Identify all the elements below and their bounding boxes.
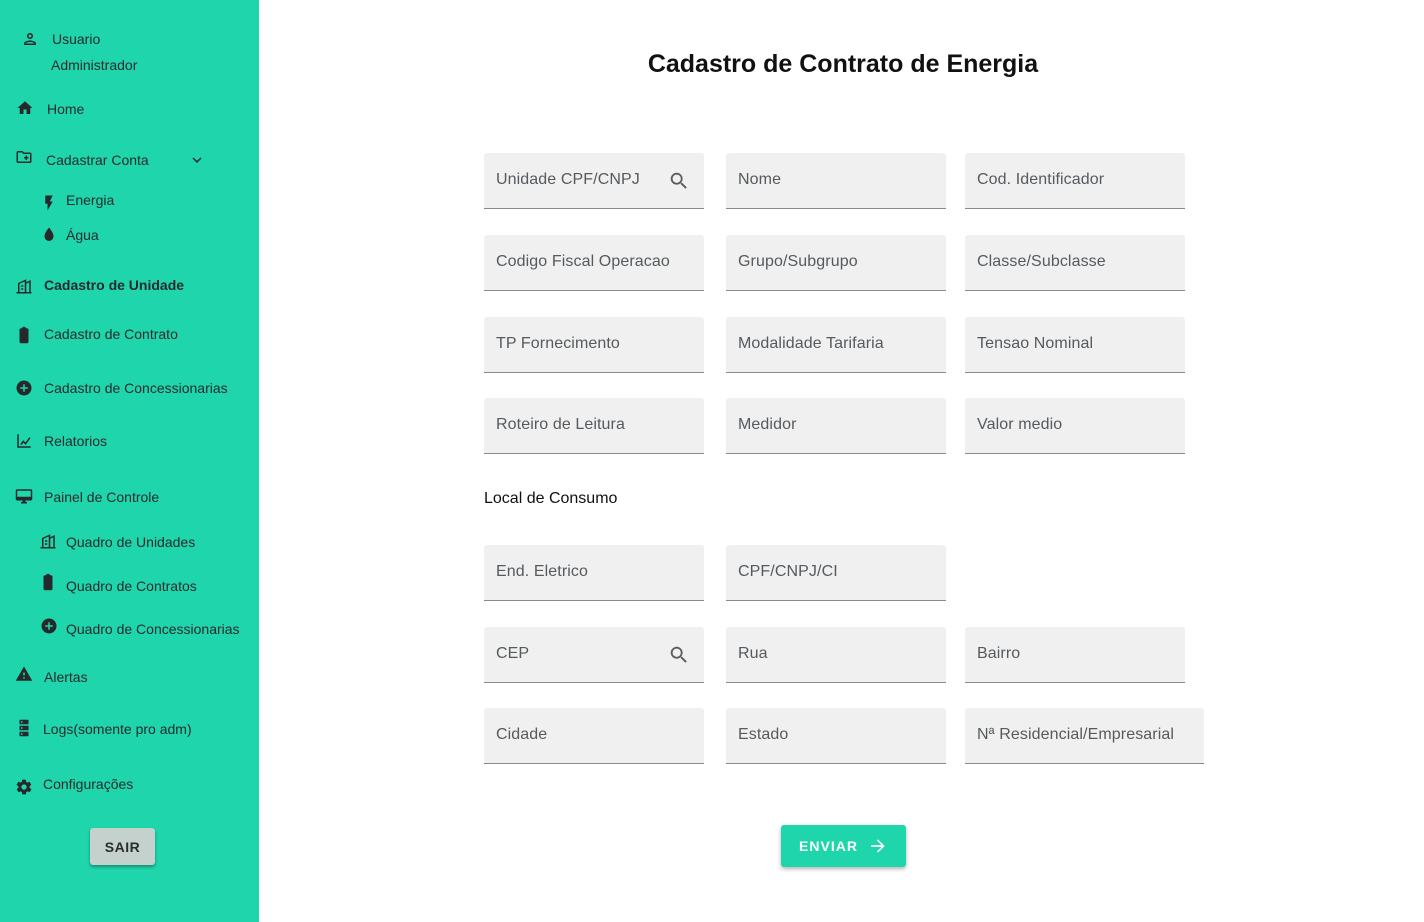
cep-field[interactable]: CEP [484, 627, 704, 683]
field-placeholder: TP Fornecimento [496, 335, 620, 352]
sidebar-item-label: Relatorios [44, 433, 108, 449]
field-placeholder: Codigo Fiscal Operacao [496, 253, 670, 270]
search-icon[interactable] [668, 644, 690, 666]
numero-residencial-field[interactable]: Nª Residencial/Empresarial [965, 708, 1204, 764]
field-placeholder: Valor medio [977, 416, 1063, 433]
sidebar-item-cadastro-contrato[interactable]: Cadastro de Contrato [0, 320, 259, 348]
sidebar-item-home[interactable]: Home [0, 95, 259, 123]
sidebar-item-label: Home [47, 101, 85, 117]
user-name: Usuario [52, 31, 101, 47]
sidebar-item-logs[interactable]: Logs(somente pro adm) [0, 715, 259, 743]
submit-button-label: ENVIAR [799, 838, 858, 854]
submit-button[interactable]: ENVIAR [781, 825, 906, 867]
field-placeholder: Rua [738, 645, 768, 662]
field-placeholder: Cidade [496, 726, 548, 743]
field-placeholder: Nome [738, 171, 782, 188]
monitor-icon [15, 487, 33, 505]
valor-medio-field[interactable]: Valor medio [965, 398, 1185, 454]
sidebar-item-label: Água [66, 227, 99, 243]
bairro-field[interactable]: Bairro [965, 627, 1185, 683]
sidebar-item-relatorios[interactable]: Relatorios [0, 427, 259, 455]
sidebar-item-painel-controle[interactable]: Painel de Controle [0, 483, 259, 511]
cod-identificador-field[interactable]: Cod. Identificador [965, 153, 1185, 209]
rua-field[interactable]: Rua [726, 627, 946, 683]
server-icon [15, 717, 33, 739]
warning-icon [15, 665, 33, 683]
field-placeholder: Classe/Subclasse [977, 253, 1106, 270]
tensao-nominal-field[interactable]: Tensao Nominal [965, 317, 1185, 373]
field-placeholder: Bairro [977, 645, 1021, 662]
add-circle-icon [40, 617, 58, 635]
field-placeholder: End. Eletrico [496, 563, 589, 580]
sidebar-item-energia[interactable]: Energia [0, 186, 259, 214]
sidebar: Usuario Administrador Home Cadastrar Con… [0, 0, 259, 922]
logout-button[interactable]: SAIR [90, 828, 155, 865]
arrow-right-icon [871, 839, 885, 853]
field-placeholder: Nª Residencial/Empresarial [977, 726, 1175, 743]
sidebar-item-cadastro-concessionarias[interactable]: Cadastro de Concessionarias [0, 374, 259, 402]
sidebar-item-quadro-contratos[interactable]: Quadro de Contratos [0, 572, 259, 600]
sidebar-item-quadro-unidades[interactable]: Quadro de Unidades [0, 528, 259, 556]
sidebar-item-label: Energia [66, 192, 115, 208]
search-icon[interactable] [668, 170, 690, 192]
sidebar-item-quadro-concessionarias[interactable]: Quadro de Concessionarias [0, 615, 259, 643]
sidebar-item-label: Alertas [44, 669, 88, 685]
clipboard-icon [39, 573, 57, 591]
sidebar-item-label: Logs(somente pro adm) [43, 721, 192, 737]
chevron-down-icon[interactable] [188, 151, 206, 169]
sidebar-item-label: Cadastro de Contrato [44, 326, 178, 342]
field-placeholder: CPF/CNPJ/CI [738, 563, 838, 580]
building-icon [39, 532, 57, 550]
user-role: Administrador [51, 57, 138, 73]
unidade-cpf-cnpj-field[interactable]: Unidade CPF/CNPJ [484, 153, 704, 209]
building-icon [15, 277, 33, 295]
end-eletrico-field[interactable]: End. Eletrico [484, 545, 704, 601]
field-placeholder: CEP [496, 645, 530, 662]
sidebar-item-configuracoes[interactable]: Configurações [0, 770, 259, 798]
home-icon [16, 99, 34, 117]
medidor-field[interactable]: Medidor [726, 398, 946, 454]
gear-icon [15, 778, 33, 796]
sidebar-item-label: Quadro de Concessionarias [66, 621, 240, 637]
clipboard-icon [15, 326, 33, 344]
cpf-cnpj-ci-field[interactable]: CPF/CNPJ/CI [726, 545, 946, 601]
nome-field[interactable]: Nome [726, 153, 946, 209]
tp-fornecimento-field[interactable]: TP Fornecimento [484, 317, 704, 373]
modalidade-tarifaria-field[interactable]: Modalidade Tarifaria [726, 317, 946, 373]
sidebar-item-agua[interactable]: Água [0, 221, 259, 249]
sidebar-item-label: Cadastro de Unidade [44, 277, 185, 293]
field-placeholder: Unidade CPF/CNPJ [496, 171, 640, 188]
field-placeholder: Modalidade Tarifaria [738, 335, 884, 352]
lightning-icon [40, 194, 58, 212]
sidebar-item-label: Quadro de Contratos [66, 578, 197, 594]
field-placeholder: Roteiro de Leitura [496, 416, 625, 433]
sidebar-item-label: Cadastrar Conta [46, 152, 149, 168]
person-icon [21, 30, 39, 48]
field-placeholder: Estado [738, 726, 789, 743]
estado-field[interactable]: Estado [726, 708, 946, 764]
water-drop-icon [40, 226, 58, 244]
folder-add-icon [15, 148, 33, 166]
sidebar-item-label: Configurações [43, 776, 134, 792]
chart-line-icon [15, 432, 33, 450]
field-placeholder: Medidor [738, 416, 797, 433]
sidebar-item-label: Painel de Controle [44, 489, 160, 505]
sidebar-item-label: Cadastro de Concessionarias [44, 380, 228, 396]
add-circle-icon [15, 379, 33, 397]
sidebar-item-alertas[interactable]: Alertas [0, 663, 259, 691]
classe-subclasse-field[interactable]: Classe/Subclasse [965, 235, 1185, 291]
roteiro-leitura-field[interactable]: Roteiro de Leitura [484, 398, 704, 454]
sidebar-item-cadastro-unidade[interactable]: Cadastro de Unidade [0, 271, 259, 299]
sidebar-item-cadastrar-conta[interactable]: Cadastrar Conta [0, 146, 259, 174]
cidade-field[interactable]: Cidade [484, 708, 704, 764]
field-placeholder: Tensao Nominal [977, 335, 1094, 352]
section-heading-local-consumo: Local de Consumo [484, 490, 618, 507]
field-placeholder: Cod. Identificador [977, 171, 1105, 188]
sidebar-item-label: Quadro de Unidades [66, 534, 196, 550]
codigo-fiscal-field[interactable]: Codigo Fiscal Operacao [484, 235, 704, 291]
field-placeholder: Grupo/Subgrupo [738, 253, 858, 270]
grupo-subgrupo-field[interactable]: Grupo/Subgrupo [726, 235, 946, 291]
